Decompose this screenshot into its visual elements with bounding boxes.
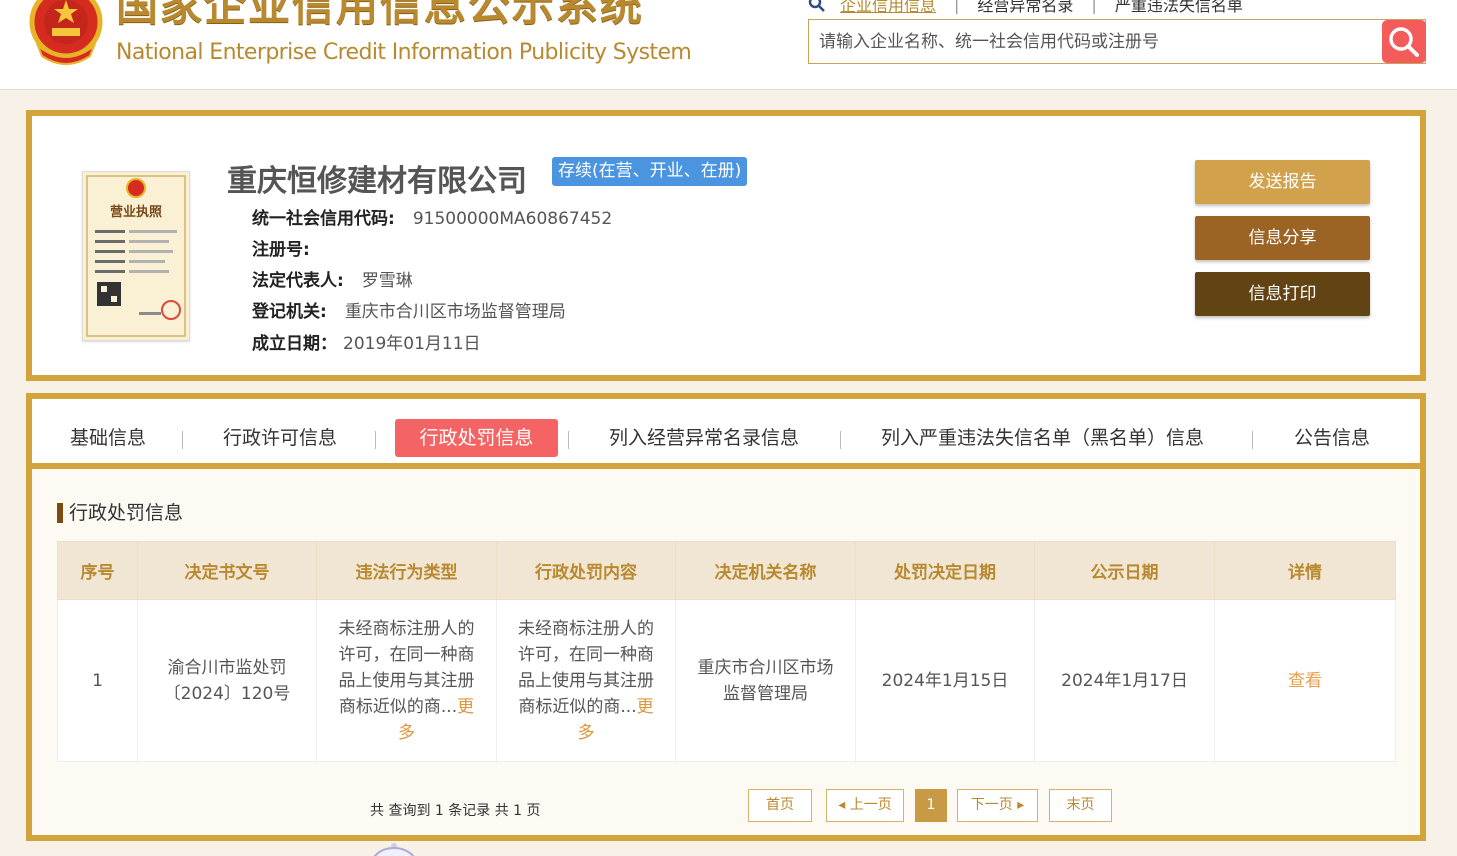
- pager-current-page[interactable]: 1: [915, 789, 947, 822]
- pager-last-button[interactable]: 末页: [1049, 789, 1112, 822]
- tab-divider: [568, 431, 569, 449]
- link-enterprise-credit[interactable]: 企业信用信息: [840, 0, 936, 16]
- col-header-publish-date: 公示日期: [1034, 541, 1215, 600]
- chevron-left-icon: ◂: [838, 797, 850, 813]
- legal-rep-value: 罗雪琳: [361, 271, 413, 291]
- credit-code-value: 91500000MA60867452: [412, 209, 613, 229]
- cell-detail: 查看: [1214, 599, 1396, 762]
- pager-prev-label: 上一页: [849, 797, 892, 813]
- cell-authority: 重庆市合川区市场监督管理局: [675, 599, 856, 762]
- company-name: 重庆恒修建材有限公司: [227, 164, 527, 199]
- info-row-registry: 登记机关: 重庆市合川区市场监督管理局: [252, 297, 566, 322]
- tab-basic-info[interactable]: 基础信息: [70, 419, 146, 457]
- view-detail-link[interactable]: 查看: [1288, 671, 1322, 691]
- pager-prev-button[interactable]: ◂ 上一页: [826, 789, 904, 822]
- share-info-button[interactable]: 信息分享: [1195, 216, 1370, 260]
- info-row-credit-code: 统一社会信用代码: 91500000MA60867452: [252, 204, 612, 229]
- tab-abnormal-list[interactable]: 列入经营异常名录信息: [609, 419, 799, 457]
- credit-code-label: 统一社会信用代码:: [252, 209, 395, 229]
- col-header-detail: 详情: [1214, 541, 1396, 600]
- pager-next-button[interactable]: 下一页 ▸: [957, 789, 1038, 822]
- link-blacklist[interactable]: 严重违法失信名单: [1115, 0, 1243, 16]
- registry-label: 登记机关:: [252, 302, 327, 322]
- pager-total: 共 查询到 1 条记录 共 1 页: [370, 803, 541, 819]
- table-row: 1 渝合川市监处罚〔2024〕120号 未经商标注册人的许可，在同一种商品上使用…: [57, 599, 1396, 762]
- national-emblem-icon: [29, 0, 103, 65]
- col-header-decision-date: 处罚决定日期: [855, 541, 1035, 600]
- penalty-content: 行政处罚信息 序号 决定书文号 违法行为类型 行政处罚内容 决定机关名称 处罚决…: [32, 469, 1420, 835]
- business-license-image: 营业执照: [86, 175, 186, 337]
- col-header-index: 序号: [57, 541, 138, 600]
- site-header: 国家企业信用信息公示系统 National Enterprise Credit …: [0, 0, 1457, 90]
- print-info-button[interactable]: 信息打印: [1195, 272, 1370, 316]
- info-row-founded: 成立日期： 2019年01月11日: [252, 329, 481, 354]
- info-tabs-panel: 基础信息 行政许可信息 行政处罚信息 列入经营异常名录信息 列入严重违法失信名单…: [26, 393, 1426, 841]
- cell-decision-date: 2024年1月15日: [855, 599, 1035, 762]
- send-report-button[interactable]: 发送报告: [1195, 160, 1370, 204]
- tab-divider: [375, 431, 376, 449]
- site-logo-english: National Enterprise Credit Information P…: [116, 40, 692, 65]
- tab-divider: [182, 431, 183, 449]
- link-divider: |: [1091, 0, 1097, 14]
- founded-value: 2019年01月11日: [343, 334, 481, 354]
- col-header-content: 行政处罚内容: [496, 541, 676, 600]
- link-abnormal-list[interactable]: 经营异常名录: [977, 0, 1073, 16]
- pager-first-button[interactable]: 首页: [748, 789, 812, 822]
- cell-doc-no: 渝合川市监处罚〔2024〕120号: [137, 599, 317, 762]
- registry-value: 重庆市合川区市场监督管理局: [344, 302, 566, 322]
- search-box: [808, 19, 1426, 64]
- tab-bar: 基础信息 行政许可信息 行政处罚信息 列入经营异常名录信息 列入严重违法失信名单…: [32, 399, 1420, 469]
- search-icon: [1389, 26, 1419, 57]
- tab-admin-license[interactable]: 行政许可信息: [223, 419, 337, 457]
- cell-publish-date: 2024年1月17日: [1034, 599, 1215, 762]
- reg-no-label: 注册号:: [252, 240, 310, 260]
- info-row-legal-rep: 法定代表人: 罗雪琳: [252, 266, 413, 291]
- col-header-authority: 决定机关名称: [675, 541, 856, 600]
- search-category-links: 企业信用信息 | 经营异常名录 | 严重违法失信名单: [808, 0, 1243, 16]
- site-logo-chinese: 国家企业信用信息公示系统: [116, 0, 645, 30]
- pager-next-label: 下一页: [970, 797, 1013, 813]
- legal-rep-label: 法定代表人:: [252, 271, 344, 291]
- cell-violation: 未经商标注册人的许可，在同一种商品上使用与其注册商标近似的商...更多: [316, 599, 497, 762]
- tab-blacklist[interactable]: 列入严重违法失信名单（黑名单）信息: [881, 419, 1204, 457]
- col-header-doc-no: 决定书文号: [137, 541, 317, 600]
- tab-admin-penalty[interactable]: 行政处罚信息: [395, 419, 558, 457]
- cell-index: 1: [57, 599, 138, 762]
- search-button[interactable]: [1382, 20, 1426, 63]
- info-row-reg-no: 注册号:: [252, 235, 328, 260]
- col-header-violation: 违法行为类型: [316, 541, 497, 600]
- tab-divider: [1252, 431, 1253, 449]
- tab-announcements[interactable]: 公告信息: [1294, 419, 1370, 457]
- section-title: 行政处罚信息: [57, 503, 183, 523]
- assistant-mascot-icon[interactable]: [368, 838, 420, 856]
- founded-label: 成立日期：: [252, 334, 337, 354]
- search-type-icon: [808, 0, 825, 12]
- content-text: 未经商标注册人的许可，在同一种商品上使用与其注册商标近似的商...: [518, 618, 654, 717]
- cell-content: 未经商标注册人的许可，在同一种商品上使用与其注册商标近似的商...更多: [496, 599, 676, 762]
- chevron-right-icon: ▸: [1012, 797, 1025, 813]
- license-title: 营业执照: [110, 204, 162, 220]
- tab-divider: [840, 431, 841, 449]
- link-divider: |: [954, 0, 960, 14]
- violation-text: 未经商标注册人的许可，在同一种商品上使用与其注册商标近似的商...: [338, 618, 475, 717]
- table-header-row: 序号 决定书文号 违法行为类型 行政处罚内容 决定机关名称 处罚决定日期 公示日…: [57, 541, 1396, 600]
- company-summary-panel: 营业执照 重庆恒修建材有限公司 存续(在营、开业、在册) 统一社会信用代码: 91…: [26, 110, 1426, 381]
- search-input[interactable]: [809, 20, 1381, 63]
- status-badge: 存续(在营、开业、在册): [552, 157, 748, 186]
- penalty-table: 序号 决定书文号 违法行为类型 行政处罚内容 决定机关名称 处罚决定日期 公示日…: [57, 541, 1396, 762]
- business-license-thumbnail[interactable]: 营业执照: [82, 171, 190, 341]
